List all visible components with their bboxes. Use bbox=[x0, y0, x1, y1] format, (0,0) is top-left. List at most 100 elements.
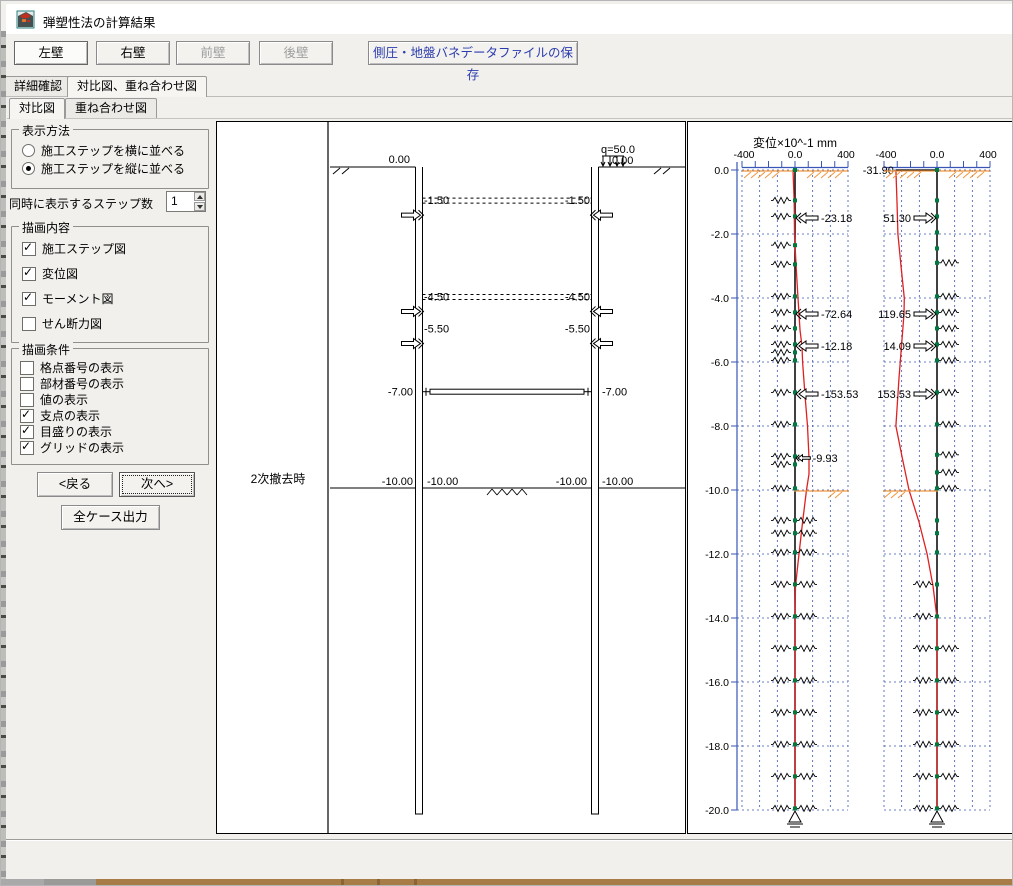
soil-spring-icon bbox=[913, 677, 933, 683]
excavation-hatch bbox=[522, 489, 527, 495]
background-window-edge bbox=[1, 31, 6, 879]
soil-spring-icon bbox=[913, 645, 933, 651]
tab-overlay[interactable]: 重ね合わせ図 bbox=[65, 98, 157, 118]
soil-spring-icon bbox=[939, 357, 959, 363]
ground-hatch bbox=[963, 172, 970, 178]
taskbar-divider bbox=[377, 879, 380, 886]
radio-steps-horizontal[interactable]: 施工ステップを横に並べる bbox=[22, 142, 185, 159]
node-dot bbox=[793, 462, 797, 466]
checkbox-icon[interactable] bbox=[20, 441, 34, 455]
checkbox-shear[interactable]: せん断力図 bbox=[22, 315, 102, 332]
wall-button-left[interactable]: 左壁 bbox=[14, 41, 88, 65]
checkbox-icon[interactable] bbox=[20, 409, 34, 423]
strut-elevation-label: -7.00 bbox=[388, 387, 413, 399]
reaction-arrow-left-icon bbox=[796, 341, 818, 351]
spin-up-button[interactable] bbox=[194, 192, 205, 201]
x-tick-label: 400 bbox=[979, 149, 997, 161]
y-tick-label: -18.0 bbox=[705, 741, 729, 753]
checkbox-icon[interactable] bbox=[22, 292, 36, 306]
reaction-arrow-right-icon bbox=[914, 213, 936, 223]
excavation-hatch bbox=[497, 489, 502, 495]
node-dot bbox=[935, 326, 939, 330]
excavation-hatch bbox=[512, 489, 517, 495]
checkbox-icon[interactable] bbox=[20, 425, 34, 439]
checkbox-icon[interactable] bbox=[20, 361, 34, 375]
checkbox-displacement[interactable]: 変位図 bbox=[22, 265, 78, 282]
excavation-hatch bbox=[492, 489, 497, 495]
wall-button-right[interactable]: 右壁 bbox=[96, 41, 170, 65]
radio-icon[interactable] bbox=[22, 144, 35, 157]
checkbox-moment[interactable]: モーメント図 bbox=[22, 290, 114, 307]
reaction-annotation: 119.65 bbox=[878, 309, 936, 321]
ground-hatch bbox=[663, 168, 670, 174]
draw-condition-title: 描画条件 bbox=[19, 341, 73, 358]
node-dot bbox=[935, 710, 939, 714]
checkbox-icon[interactable] bbox=[22, 242, 36, 256]
arrow-body bbox=[914, 309, 933, 319]
jack-arrow-left-icon bbox=[402, 339, 424, 349]
reaction-annotation: -12.18 bbox=[796, 341, 852, 353]
taskbar-divider bbox=[341, 879, 344, 886]
wall-button-back: 後壁 bbox=[259, 41, 333, 65]
draw-condition-group: 描画条件 格点番号の表示 部材番号の表示 値の表示 支点の表示 目盛りの表示 bbox=[11, 348, 209, 465]
reaction-annotation: 153.53 bbox=[877, 389, 936, 401]
jack-arrow-left-icon bbox=[402, 306, 424, 316]
arrow-body bbox=[594, 339, 613, 349]
y-tick-label: -4.0 bbox=[711, 293, 729, 305]
wall-button-front: 前壁 bbox=[176, 41, 250, 65]
strut-bar bbox=[430, 389, 584, 394]
tab-comparison-overlay[interactable]: 対比図、重ね合わせ図 bbox=[67, 76, 207, 97]
node-dot bbox=[935, 550, 939, 554]
checkbox-icon[interactable] bbox=[22, 317, 36, 331]
soil-spring-icon bbox=[939, 389, 959, 395]
checkbox-values[interactable]: 値の表示 bbox=[20, 391, 88, 408]
reaction-arrow-left-icon bbox=[796, 455, 810, 462]
support-triangle bbox=[931, 811, 943, 822]
ground-hatch bbox=[891, 492, 898, 498]
reaction-value: -72.64 bbox=[821, 309, 852, 321]
next-button[interactable]: 次へ> bbox=[119, 472, 195, 497]
reaction-value: 119.65 bbox=[878, 309, 911, 321]
save-spring-data-button[interactable]: 側圧・地盤バネデータファイルの保存 bbox=[368, 41, 578, 65]
back-button[interactable]: <戻る bbox=[37, 472, 113, 497]
arrow-body bbox=[402, 210, 421, 220]
reaction-value: 51.30 bbox=[883, 213, 911, 225]
tab-comparison[interactable]: 対比図 bbox=[9, 98, 65, 119]
ground-hatch bbox=[977, 172, 984, 178]
checkbox-member-numbers[interactable]: 部材番号の表示 bbox=[20, 375, 124, 392]
y-tick-label: -14.0 bbox=[705, 613, 729, 625]
ground-hatch bbox=[907, 172, 914, 178]
node-dot bbox=[793, 294, 797, 298]
ground-hatch bbox=[828, 172, 835, 178]
tie-elevation-label: -4.50 bbox=[565, 291, 590, 303]
soil-spring-icon bbox=[939, 469, 959, 475]
checkbox-construction-step[interactable]: 施工ステップ図 bbox=[22, 240, 126, 257]
ground-hatch bbox=[914, 172, 921, 178]
step-count-spinner[interactable]: 1 bbox=[166, 191, 206, 212]
checkbox-supports[interactable]: 支点の表示 bbox=[20, 407, 100, 424]
checkbox-icon[interactable] bbox=[22, 267, 36, 281]
checkbox-grid[interactable]: グリッドの表示 bbox=[20, 439, 124, 456]
x-tick-label: -400 bbox=[875, 149, 896, 161]
pin-support-icon bbox=[929, 811, 945, 827]
all-cases-output-button[interactable]: 全ケース出力 bbox=[61, 505, 160, 530]
x-tick-label: 400 bbox=[837, 149, 855, 161]
checkbox-scale[interactable]: 目盛りの表示 bbox=[20, 423, 112, 440]
tie-elevation-label: -5.50 bbox=[565, 324, 590, 336]
arrow-body bbox=[594, 210, 613, 220]
checkbox-node-numbers[interactable]: 格点番号の表示 bbox=[20, 359, 124, 376]
y-tick-label: -16.0 bbox=[705, 677, 729, 689]
radio-icon[interactable] bbox=[22, 162, 35, 175]
step-count-value[interactable]: 1 bbox=[171, 194, 178, 208]
checkbox-icon[interactable] bbox=[20, 393, 34, 407]
radio-steps-vertical[interactable]: 施工ステップを縦に並べる bbox=[22, 160, 185, 177]
spin-down-button[interactable] bbox=[194, 202, 205, 211]
tab-detail-check[interactable]: 詳細確認 bbox=[4, 76, 72, 96]
display-method-title: 表示方法 bbox=[19, 122, 73, 139]
reaction-value: -153.53 bbox=[821, 389, 858, 401]
soil-spring-icon bbox=[771, 453, 791, 459]
soil-spring-icon bbox=[771, 293, 791, 299]
soil-spring-icon bbox=[771, 773, 791, 779]
checkbox-icon[interactable] bbox=[20, 377, 34, 391]
node-dot bbox=[935, 486, 939, 490]
